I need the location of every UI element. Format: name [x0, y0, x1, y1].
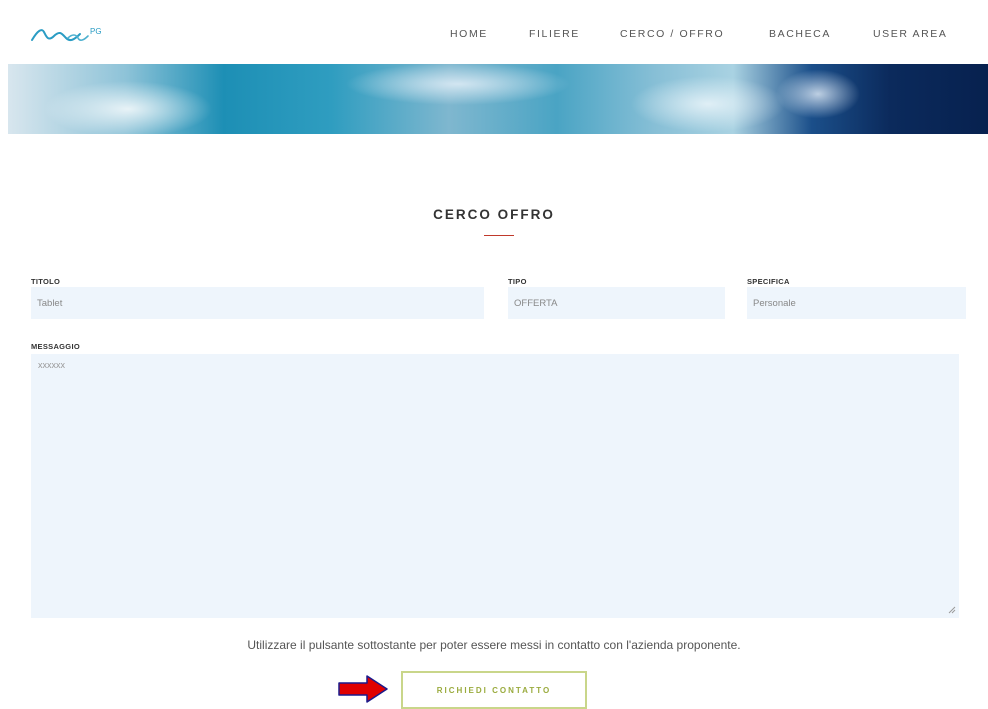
- red-arrow-icon: [338, 675, 388, 703]
- nav-user-area[interactable]: USER AREA: [873, 28, 948, 40]
- nav-cerco-offro[interactable]: CERCO / OFFRO: [620, 28, 724, 40]
- page-title: CERCO OFFRO: [433, 207, 555, 222]
- tipo-input[interactable]: [508, 287, 725, 319]
- messaggio-label: MESSAGGIO: [31, 342, 80, 351]
- titolo-label: TITOLO: [31, 277, 61, 286]
- nav-home[interactable]: HOME: [450, 28, 488, 40]
- tipo-label: TIPO: [508, 277, 527, 286]
- nav-filiere[interactable]: FILIERE: [529, 28, 580, 40]
- specifica-label: SPECIFICA: [747, 277, 790, 286]
- richiedi-contatto-button[interactable]: RICHIEDI CONTATTO: [401, 671, 587, 709]
- hero-banner-image: [8, 64, 988, 134]
- main-nav: HOME FILIERE CERCO / OFFRO BACHECA USER …: [0, 28, 988, 48]
- site-header: PG HOME FILIERE CERCO / OFFRO BACHECA US…: [0, 0, 988, 64]
- nav-bacheca[interactable]: BACHECA: [769, 28, 831, 40]
- title-underline: [484, 235, 514, 236]
- specifica-input[interactable]: [747, 287, 966, 319]
- resize-handle-icon[interactable]: [948, 606, 956, 614]
- titolo-input[interactable]: [31, 287, 484, 319]
- contact-notice: Utilizzare il pulsante sottostante per p…: [247, 638, 741, 652]
- messaggio-textarea[interactable]: xxxxxx: [31, 354, 959, 618]
